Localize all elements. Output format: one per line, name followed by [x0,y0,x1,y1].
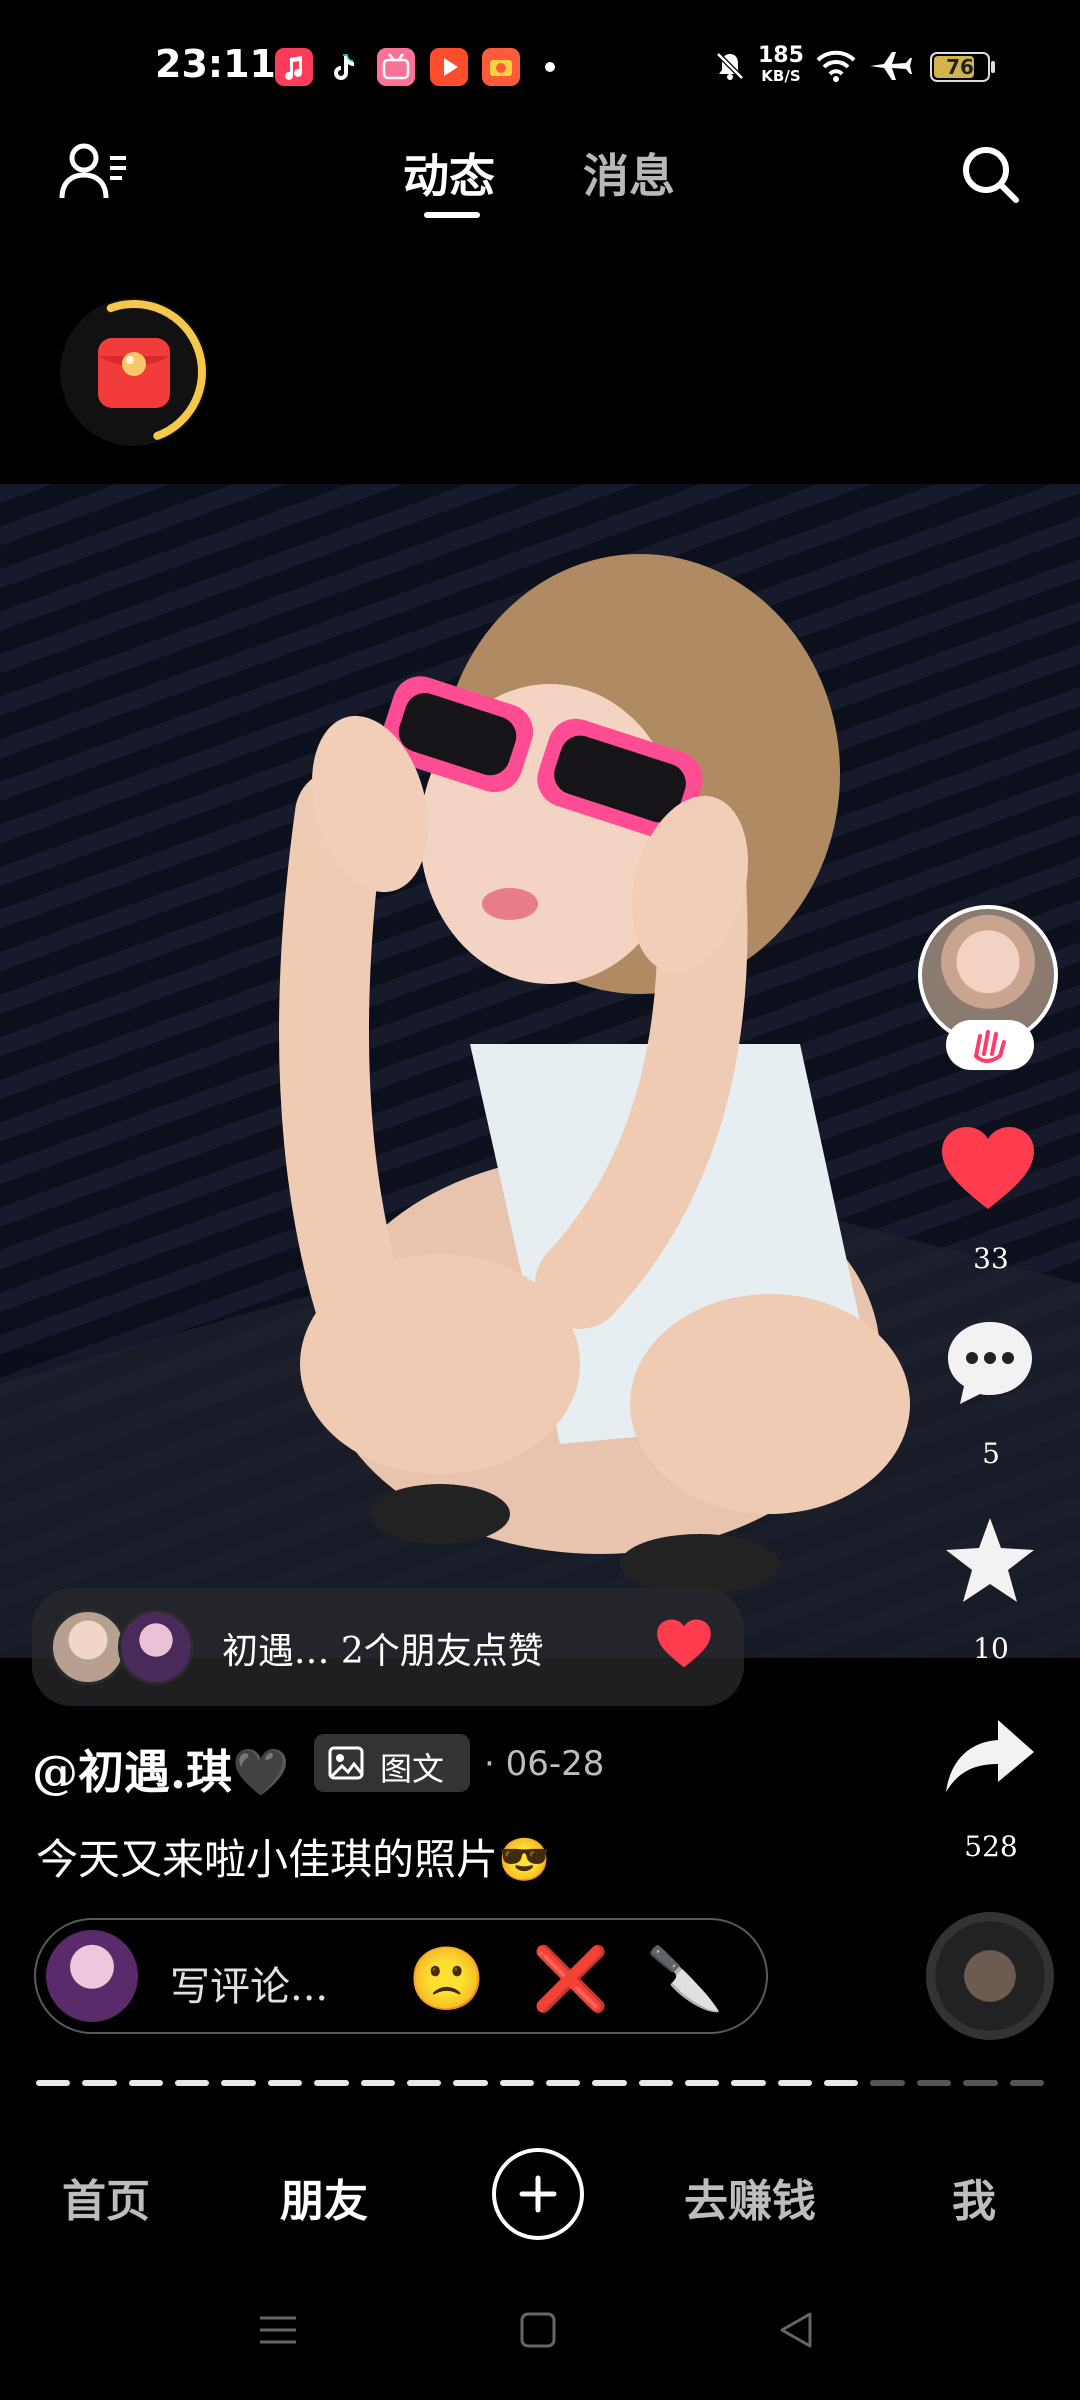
progress-dash [545,2080,581,2086]
progress-dash [82,2080,117,2086]
nav-friends[interactable]: 朋友 [280,2165,368,2229]
red-packet-icon [98,300,206,440]
back-icon[interactable] [776,2310,816,2354]
progress-dash [1009,2080,1044,2086]
tiktok-app-icon [324,48,362,86]
menu-icon[interactable] [258,2310,298,2354]
post-date-value: 06-28 [505,1744,605,1784]
post-photo[interactable] [0,484,1080,1658]
status-time: 23:11 [155,42,276,86]
share-count: 528 [964,1830,1018,1863]
small-heart-icon [656,1618,712,1674]
camera-app-icon [482,48,520,86]
progress-dash [963,2080,998,2086]
quick-emoji-sad[interactable]: 🙁 [408,1942,485,2016]
notification-dot [545,62,555,72]
like-count: 33 [973,1242,1009,1275]
image-progress-indicator [36,2080,1044,2086]
friend-avatar [118,1609,194,1685]
favorite-count: 10 [973,1632,1009,1665]
photo-illustration [0,554,1080,1658]
comment-input[interactable]: 写评论... [170,1954,328,2012]
progress-dash [360,2080,395,2086]
active-tab-indicator [424,212,480,218]
progress-dash [916,2080,952,2086]
battery-level: 76 [946,55,974,79]
wifi-icon [814,46,858,90]
progress-dash [221,2080,256,2086]
progress-dash [36,2080,71,2086]
progress-dash [267,2080,303,2086]
comment-bar[interactable]: 写评论... 🙁 ❌ 🔪 [34,1918,768,2034]
progress-dash [175,2080,210,2086]
music-app-icon [275,48,313,86]
heart-icon [942,1127,1034,1209]
post-type-badge: 图文 [314,1734,470,1792]
progress-dash [870,2080,905,2086]
nav-me[interactable]: 我 [952,2165,996,2229]
battery-icon: 76 [930,52,990,82]
post-type-label: 图文 [380,1750,445,1788]
share-button[interactable] [944,1716,1036,1800]
post-author-name[interactable]: @初遇.琪🖤 [32,1736,289,1802]
quick-emoji-knife[interactable]: 🔪 [646,1942,723,2016]
network-speed: 185 KB/S [758,43,804,86]
like-button[interactable] [940,1125,1036,1217]
wave-button[interactable] [946,1020,1034,1070]
progress-dash [777,2080,813,2086]
wave-hand-icon [974,1030,1006,1063]
video-app-icon [430,48,468,86]
plus-icon [519,2175,557,2213]
progress-dash [824,2080,859,2086]
user-list-icon [59,143,126,199]
search-button[interactable] [958,142,1022,210]
mute-icon [712,48,748,88]
star-icon [946,1518,1034,1602]
tab-messages[interactable]: 消息 [583,140,675,206]
favorite-button[interactable] [944,1516,1036,1610]
battery-tip [991,61,995,73]
image-icon [328,1746,364,1784]
progress-dash [499,2080,534,2086]
share-arrow-icon [946,1720,1034,1792]
post-caption: 今天又来啦小佳琪的照片😎 [36,1835,551,1884]
home-square-icon[interactable] [518,2310,558,2354]
music-disc-button[interactable] [926,1912,1054,2040]
search-icon [963,147,1019,203]
airplane-icon [868,48,912,88]
progress-dash [638,2080,674,2086]
progress-dash [592,2080,627,2086]
comment-icon [948,1322,1032,1404]
post-date: · 06-28 [484,1744,605,1784]
status-bar: 23:11 185 KB/S 76 [0,0,1080,130]
my-avatar [46,1930,138,2022]
progress-dash [406,2080,442,2086]
comment-count: 5 [982,1437,1000,1470]
progress-dash [314,2080,349,2086]
nav-earn[interactable]: 去赚钱 [684,2165,816,2229]
friends-liked-pill[interactable]: 初遇.‥ 2个朋友点赞 [32,1588,744,1706]
progress-dash [685,2080,720,2086]
create-post-button[interactable] [492,2148,584,2240]
nav-home[interactable]: 首页 [62,2165,150,2229]
progress-dash [128,2080,164,2086]
bilibili-app-icon [377,48,415,86]
liked-by-text: 初遇.‥ 2个朋友点赞 [222,1631,544,1672]
tab-dynamics[interactable]: 动态 [403,140,495,206]
progress-dash [731,2080,766,2086]
progress-dash [453,2080,488,2086]
friends-list-button[interactable] [58,140,130,210]
friend-avatar [50,1609,126,1685]
quick-emoji-cross[interactable]: ❌ [532,1942,609,2016]
comment-button[interactable] [944,1318,1036,1414]
red-packet-button[interactable] [60,298,208,446]
